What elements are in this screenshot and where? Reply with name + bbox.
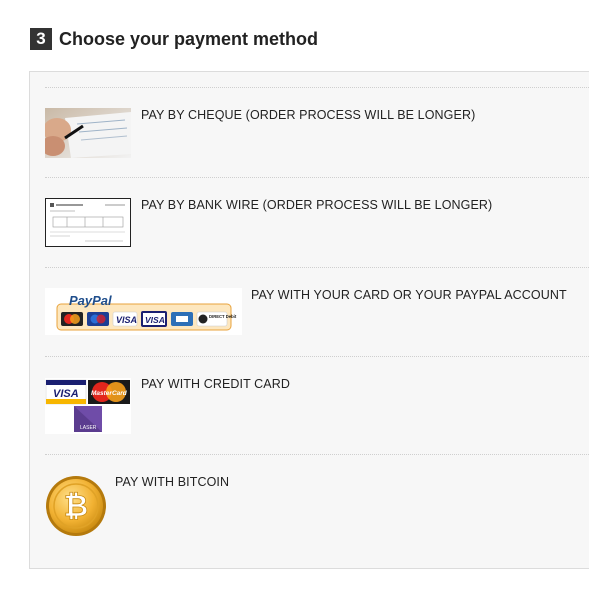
- direct-debit-text: DIRECT Debit: [209, 314, 237, 319]
- bank-wire-form-icon: [45, 198, 131, 247]
- credit-card-logos: VISA MasterCard LASER: [45, 378, 131, 434]
- payment-option-bank-wire[interactable]: PAY BY BANK WIRE (ORDER PROCESS WILL BE …: [45, 177, 589, 268]
- payment-option-credit-card[interactable]: VISA MasterCard LASER PAY WITH CREDIT CA…: [45, 356, 589, 455]
- payment-option-cheque[interactable]: PAY BY CHEQUE (ORDER PROCESS WILL BE LON…: [45, 87, 589, 178]
- payment-option-label: PAY BY BANK WIRE (ORDER PROCESS WILL BE …: [141, 198, 493, 212]
- cheque-photo-icon: [45, 108, 131, 158]
- paypal-wordmark: PayPal: [69, 293, 112, 308]
- payment-option-bitcoin[interactable]: ₿ PAY WITH BITCOIN: [45, 454, 589, 565]
- bitcoin-symbol: ₿: [64, 489, 88, 524]
- payment-option-label: PAY BY CHEQUE (ORDER PROCESS WILL BE LON…: [141, 108, 476, 122]
- payment-option-label: PAY WITH CREDIT CARD: [141, 377, 291, 391]
- mastercard-text: MasterCard: [91, 390, 128, 397]
- visa-text: VISA: [145, 315, 165, 325]
- page-title: Choose your payment method: [59, 28, 319, 49]
- payment-option-label: PAY WITH BITCOIN: [115, 475, 230, 489]
- payment-option-label: PAY WITH YOUR CARD OR YOUR PAYPAL ACCOUN…: [251, 288, 567, 302]
- laser-text: LASER: [80, 425, 97, 431]
- visa-text: VISA: [116, 315, 137, 325]
- paypal-cards-logo: PayPal VISA VISA DIRECT Debit: [45, 288, 242, 335]
- payment-option-paypal[interactable]: PayPal VISA VISA DIRECT Debit PAY WITH Y…: [45, 267, 589, 357]
- visa-text: VISA: [53, 388, 79, 400]
- step-number-badge: 3: [30, 28, 52, 50]
- step-heading: 3 Choose your payment method: [30, 28, 318, 50]
- bitcoin-coin-icon: ₿: [46, 476, 106, 536]
- payment-options-panel: PAY BY CHEQUE (ORDER PROCESS WILL BE LON…: [29, 71, 589, 569]
